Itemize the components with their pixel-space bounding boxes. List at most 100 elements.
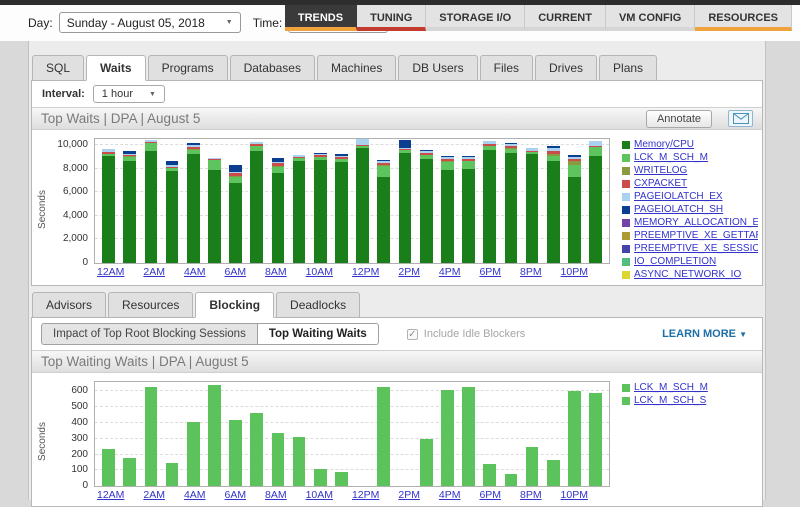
bar-12PM[interactable] bbox=[356, 139, 369, 263]
legend-item-PREEMPTIVE_XE_SESSIONCOMMIT[interactable]: PREEMPTIVE_XE_SESSIONCOMMIT bbox=[622, 242, 758, 255]
impact-toggle-button[interactable]: Impact of Top Root Blocking Sessions bbox=[41, 323, 257, 345]
x-tick-label-link[interactable]: 10AM bbox=[306, 489, 333, 501]
bar-9AM[interactable] bbox=[293, 155, 306, 263]
nav-tab-tuning[interactable]: TUNING bbox=[357, 5, 426, 31]
legend-item-Memory/CPU[interactable]: Memory/CPU bbox=[622, 138, 758, 151]
top-waiting-waits-toggle-button[interactable]: Top Waiting Waits bbox=[257, 323, 379, 345]
bar-3AM[interactable] bbox=[166, 463, 179, 486]
bar-1PM[interactable] bbox=[377, 160, 390, 263]
x-tick-label-link[interactable]: 8AM bbox=[265, 489, 287, 501]
x-tick-label-link[interactable]: 6PM bbox=[479, 266, 501, 278]
legend-item-LCK_M_SCH_S[interactable]: LCK_M_SCH_S bbox=[622, 394, 758, 407]
x-tick-label-link[interactable]: 8AM bbox=[265, 266, 287, 278]
bar-4PM[interactable] bbox=[441, 390, 454, 486]
bar-6PM[interactable] bbox=[483, 141, 496, 263]
bar-12AM[interactable] bbox=[102, 149, 115, 263]
x-tick-label-link[interactable]: 2PM bbox=[398, 266, 420, 278]
bar-8PM[interactable] bbox=[526, 148, 539, 263]
bar-11PM[interactable] bbox=[589, 393, 602, 486]
bar-1AM[interactable] bbox=[123, 151, 136, 263]
bar-5PM[interactable] bbox=[462, 156, 475, 263]
bar-4AM[interactable] bbox=[187, 143, 200, 263]
bar-3AM[interactable] bbox=[166, 161, 179, 263]
bar-1PM[interactable] bbox=[377, 387, 390, 486]
bar-5AM[interactable] bbox=[208, 385, 221, 486]
nav-tab-current[interactable]: CURRENT bbox=[525, 5, 606, 31]
x-tick-label-link[interactable]: 10PM bbox=[561, 266, 588, 278]
day-dropdown[interactable]: Sunday - August 05, 2018 ▼ bbox=[59, 12, 241, 33]
bar-7AM[interactable] bbox=[250, 142, 263, 263]
bar-3PM[interactable] bbox=[420, 150, 433, 263]
tab-db-users[interactable]: DB Users bbox=[398, 55, 477, 81]
bar-3PM[interactable] bbox=[420, 439, 433, 486]
x-tick-label-link[interactable]: 8PM bbox=[520, 266, 542, 278]
annotate-button[interactable]: Annotate bbox=[646, 110, 712, 128]
x-tick-label-link[interactable]: 6AM bbox=[224, 266, 246, 278]
tab-waits[interactable]: Waits bbox=[86, 55, 146, 81]
x-tick-label-link[interactable]: 12PM bbox=[352, 489, 379, 501]
tab-sql[interactable]: SQL bbox=[32, 55, 84, 81]
x-tick-label-link[interactable]: 6AM bbox=[224, 489, 246, 501]
legend-item-ASYNC_NETWORK_IO[interactable]: ASYNC_NETWORK_IO bbox=[622, 268, 758, 281]
bar-4PM[interactable] bbox=[441, 156, 454, 263]
bar-1AM[interactable] bbox=[123, 458, 136, 486]
include-idle-blockers-checkbox[interactable]: ✓ bbox=[407, 329, 418, 340]
tab-programs[interactable]: Programs bbox=[148, 55, 228, 81]
tab-plans[interactable]: Plans bbox=[599, 55, 657, 81]
legend-item-WRITELOG[interactable]: WRITELOG bbox=[622, 164, 758, 177]
bar-10AM[interactable] bbox=[314, 469, 327, 486]
x-tick-label-link[interactable]: 2AM bbox=[143, 489, 165, 501]
bar-2AM[interactable] bbox=[145, 387, 158, 486]
bar-9PM[interactable] bbox=[547, 460, 560, 486]
bar-10PM[interactable] bbox=[568, 155, 581, 263]
legend-item-PAGEIOLATCH_EX[interactable]: PAGEIOLATCH_EX bbox=[622, 190, 758, 203]
bar-8AM[interactable] bbox=[272, 158, 285, 263]
nav-tab-resources[interactable]: RESOURCES bbox=[695, 5, 792, 31]
bar-6PM[interactable] bbox=[483, 464, 496, 486]
legend-item-MEMORY_ALLOCATION_EXT[interactable]: MEMORY_ALLOCATION_EXT bbox=[622, 216, 758, 229]
bar-10AM[interactable] bbox=[314, 153, 327, 263]
bar-11AM[interactable] bbox=[335, 472, 348, 486]
legend-item-LCK_M_SCH_M[interactable]: LCK_M_SCH_M bbox=[622, 151, 758, 164]
bar-5PM[interactable] bbox=[462, 387, 475, 486]
tab-databases[interactable]: Databases bbox=[230, 55, 315, 81]
interval-dropdown[interactable]: 1 hour ▼ bbox=[93, 85, 165, 103]
email-button[interactable] bbox=[728, 110, 753, 127]
tab-deadlocks[interactable]: Deadlocks bbox=[276, 292, 360, 318]
tab-advisors[interactable]: Advisors bbox=[32, 292, 106, 318]
x-tick-label-link[interactable]: 4PM bbox=[439, 489, 461, 501]
legend-item-PAGEIOLATCH_SH[interactable]: PAGEIOLATCH_SH bbox=[622, 203, 758, 216]
bar-11AM[interactable] bbox=[335, 154, 348, 263]
legend-item-IO_COMPLETION[interactable]: IO_COMPLETION bbox=[622, 255, 758, 268]
x-tick-label-link[interactable]: 10AM bbox=[306, 266, 333, 278]
x-tick-label-link[interactable]: 2AM bbox=[143, 266, 165, 278]
x-tick-label-link[interactable]: 10PM bbox=[561, 489, 588, 501]
x-tick-label-link[interactable]: 4PM bbox=[439, 266, 461, 278]
bar-7PM[interactable] bbox=[505, 143, 518, 263]
legend-item-CXPACKET[interactable]: CXPACKET bbox=[622, 177, 758, 190]
nav-tab-storage-io[interactable]: STORAGE I/O bbox=[426, 5, 525, 31]
x-tick-label-link[interactable]: 8PM bbox=[520, 489, 542, 501]
legend-item-PREEMPTIVE_XE_GETTARGETSTA[interactable]: PREEMPTIVE_XE_GETTARGETSTA bbox=[622, 229, 758, 242]
bar-10PM[interactable] bbox=[568, 391, 581, 486]
x-tick-label-link[interactable]: 12AM bbox=[97, 489, 124, 501]
bar-8PM[interactable] bbox=[526, 447, 539, 486]
bar-8AM[interactable] bbox=[272, 433, 285, 486]
bar-12AM[interactable] bbox=[102, 449, 115, 486]
legend-item-LCK_M_SCH_M[interactable]: LCK_M_SCH_M bbox=[622, 381, 758, 394]
x-tick-label-link[interactable]: 2PM bbox=[398, 489, 420, 501]
bar-9PM[interactable] bbox=[547, 146, 560, 263]
tab-drives[interactable]: Drives bbox=[535, 55, 597, 81]
tab-blocking[interactable]: Blocking bbox=[195, 292, 274, 318]
bar-5AM[interactable] bbox=[208, 158, 221, 263]
bar-11PM[interactable] bbox=[589, 141, 602, 263]
nav-tab-vm-config[interactable]: VM CONFIG bbox=[606, 5, 695, 31]
nav-tab-trends[interactable]: TRENDS bbox=[285, 5, 357, 31]
x-tick-label-link[interactable]: 12AM bbox=[97, 266, 124, 278]
x-tick-label-link[interactable]: 4AM bbox=[184, 266, 206, 278]
tab-resources[interactable]: Resources bbox=[108, 292, 193, 318]
bar-7AM[interactable] bbox=[250, 413, 263, 486]
bar-6AM[interactable] bbox=[229, 420, 242, 486]
learn-more-link[interactable]: LEARN MORE ▼ bbox=[662, 328, 747, 340]
x-tick-label-link[interactable]: 12PM bbox=[352, 266, 379, 278]
